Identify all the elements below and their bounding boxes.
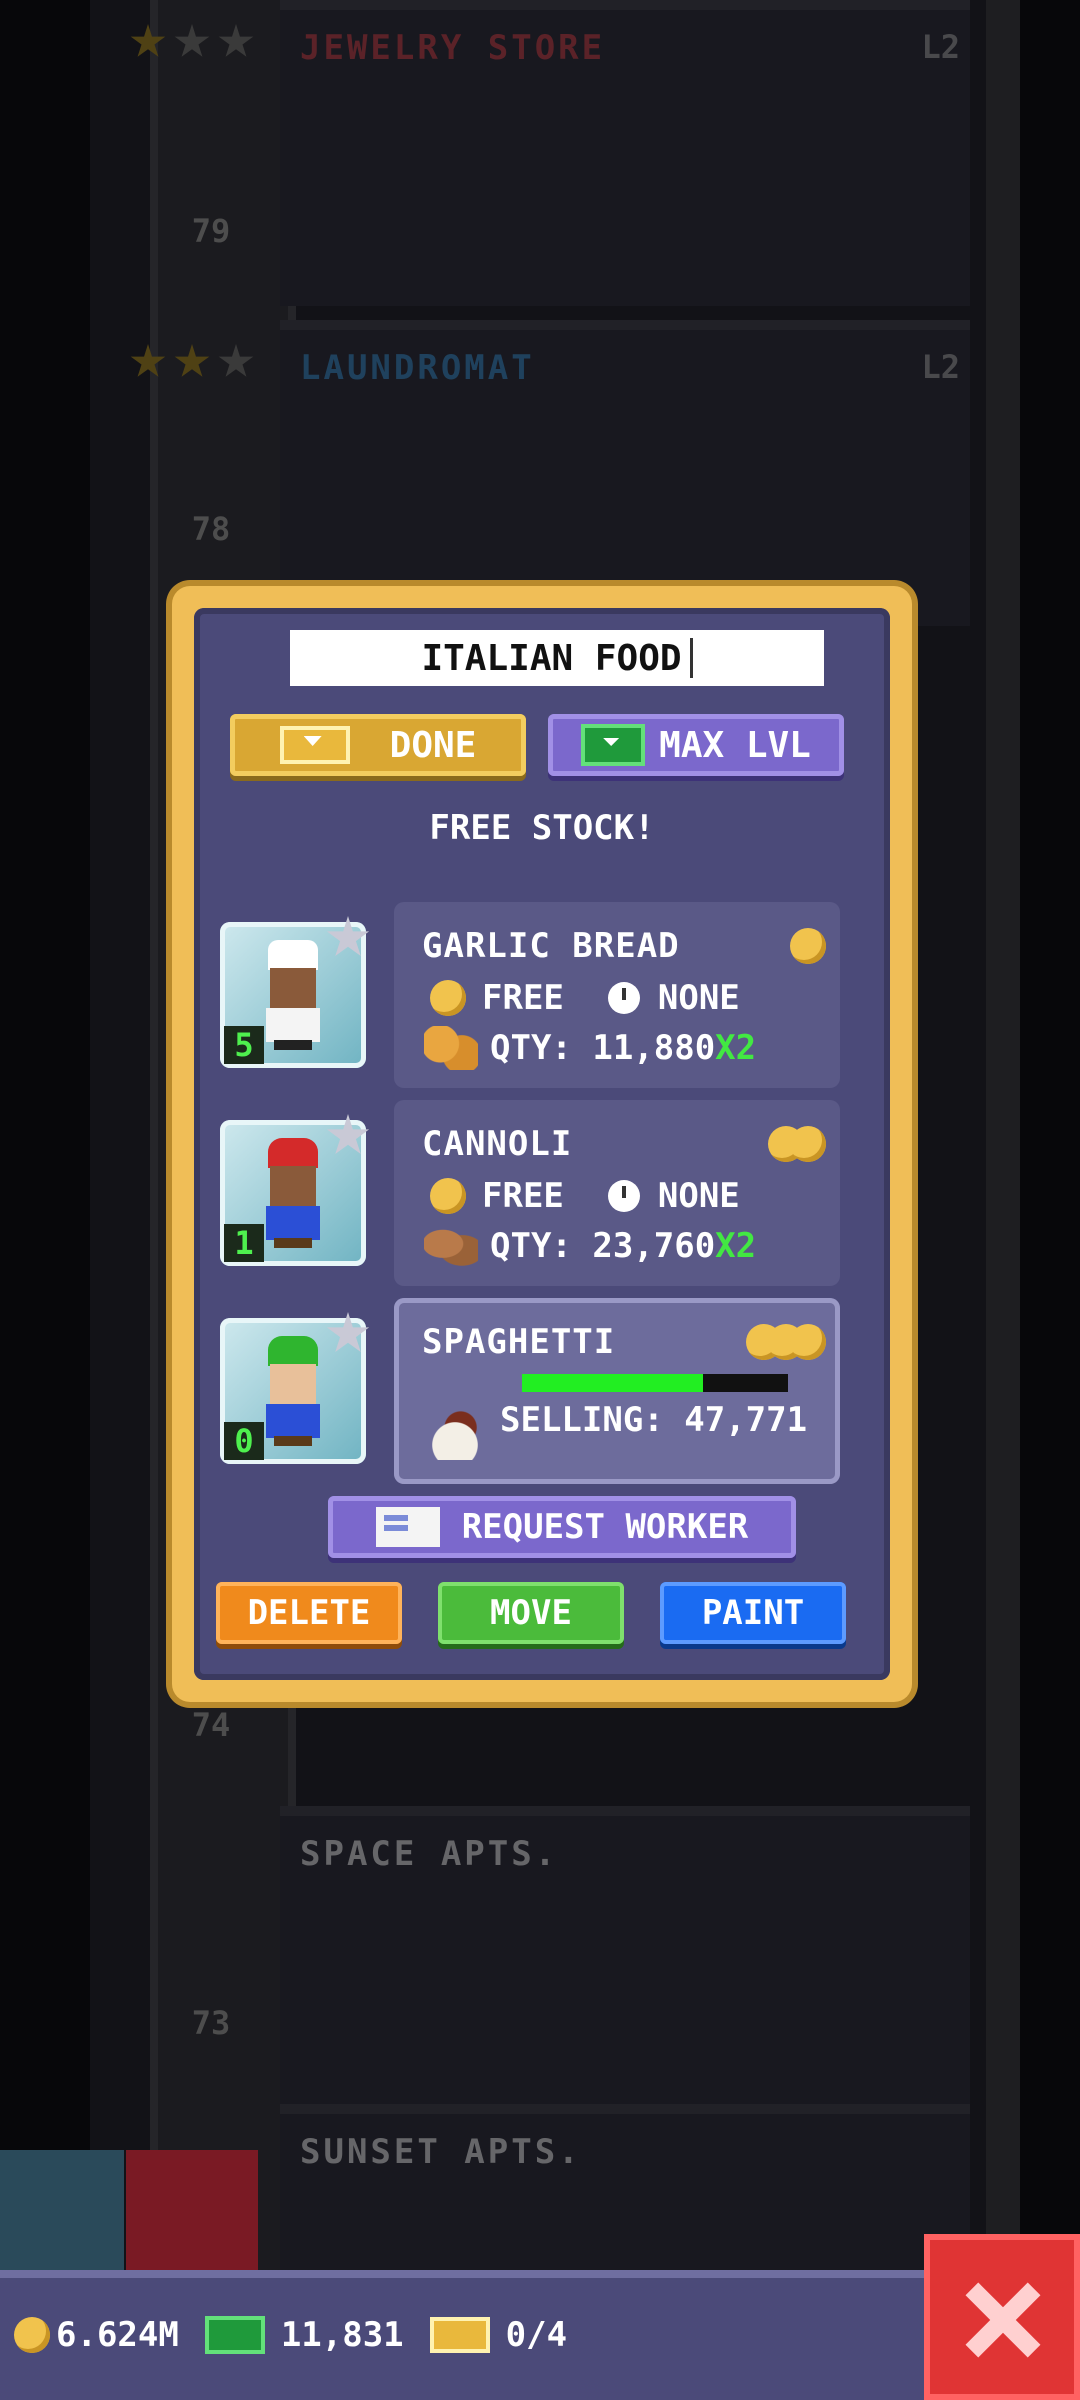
star-icon [326,1312,370,1353]
bottom-tools [0,2150,258,2270]
red-plumber-worker-icon [262,1138,324,1250]
stock-item-garlic-bread[interactable]: GARLIC BREAD FREE NONE QTY: 11,880 X2 [394,902,840,1088]
cannoli-icon [424,1224,478,1268]
green-plumber-worker-icon [262,1336,324,1448]
spaghetti-icon [420,1410,490,1460]
item-qty-row: QTY: 11,880 X2 [424,1026,756,1070]
max-level-button[interactable]: MAX LVL [548,714,844,776]
item-name: CANNOLI [422,1124,573,1164]
dialog-body: ITALIAN FOOD DONE MAX LVL FREE STOCK! 5 … [194,608,890,1680]
worker-card-2[interactable]: 1 [220,1114,370,1266]
close-button[interactable] [924,2234,1080,2400]
request-worker-label: REQUEST WORKER [461,1507,749,1547]
item-time: NONE [657,978,740,1018]
star-icon [326,916,370,957]
stock-item-cannoli[interactable]: CANNOLI FREE NONE QTY: 23,760 X2 [394,1100,840,1286]
free-stock-banner: FREE STOCK! [429,808,655,848]
worker-card-1[interactable]: 5 [220,916,370,1068]
coin-icon [790,1126,826,1162]
coin-icon [14,2317,50,2353]
price-coins [746,1324,826,1360]
item-selling: SELLING: 47,771 [500,1400,808,1440]
coin-icon [430,1178,466,1214]
dropper-tool-icon[interactable] [0,2150,124,2270]
worker-level: 0 [224,1422,264,1460]
ticket-icon [279,726,350,764]
worker-level: 1 [224,1224,264,1262]
clock-icon [607,1180,640,1212]
stock-item-spaghetti[interactable]: SPAGHETTI SELLING: 47,771 [394,1298,840,1484]
floor-name-input[interactable]: ITALIAN FOOD [290,630,824,686]
bux-icon [581,724,646,766]
item-time: NONE [657,1176,740,1216]
text-cursor [689,638,693,678]
paint-button[interactable]: PAINT [660,1582,846,1644]
item-qty-row: QTY: 23,760 X2 [424,1224,756,1268]
item-cost-row: FREE NONE [430,1176,740,1216]
coin-icon [790,1324,826,1360]
selling-progress-bar [522,1374,788,1392]
item-name: GARLIC BREAD [422,926,680,966]
mail-icon [375,1507,440,1547]
item-cost: FREE [482,978,564,1018]
worker-level: 5 [224,1026,264,1064]
ticket-icon [429,2317,490,2353]
price-coins [790,928,826,964]
price-coins [768,1126,826,1162]
floor-dialog: ITALIAN FOOD DONE MAX LVL FREE STOCK! 5 … [172,586,912,1702]
max-level-label: MAX LVL [659,724,811,766]
chef-worker-icon [262,940,324,1052]
tickets-value: 0/4 [505,2315,568,2355]
selling-progress-fill [522,1374,703,1392]
item-multiplier: X2 [715,1028,757,1068]
coins-value: 6.624M [56,2315,179,2355]
coin-icon [790,928,826,964]
request-worker-button[interactable]: REQUEST WORKER [328,1496,796,1558]
status-bar: 6.624M 11,831 0/4 [0,2270,940,2400]
clock-icon [607,982,640,1014]
item-cost-row: FREE NONE [430,978,740,1018]
move-button[interactable]: MOVE [438,1582,624,1644]
item-qty: QTY: 23,760 [490,1226,716,1266]
close-icon [964,2282,1040,2358]
item-name: SPAGHETTI [422,1322,616,1362]
bux-value: 11,831 [280,2315,404,2355]
star-icon [326,1114,370,1155]
floor-name-value: ITALIAN FOOD [421,637,682,679]
done-label: DONE [389,724,477,766]
garlic-bread-icon [424,1026,478,1070]
delete-button[interactable]: DELETE [216,1582,402,1644]
item-multiplier: X2 [715,1226,757,1266]
done-button[interactable]: DONE [230,714,526,776]
bux-icon [204,2316,265,2354]
elevator-tool-icon[interactable] [126,2150,258,2270]
worker-card-3[interactable]: 0 [220,1312,370,1464]
coin-icon [430,980,466,1016]
item-qty: QTY: 11,880 [490,1028,716,1068]
item-cost: FREE [482,1176,564,1216]
